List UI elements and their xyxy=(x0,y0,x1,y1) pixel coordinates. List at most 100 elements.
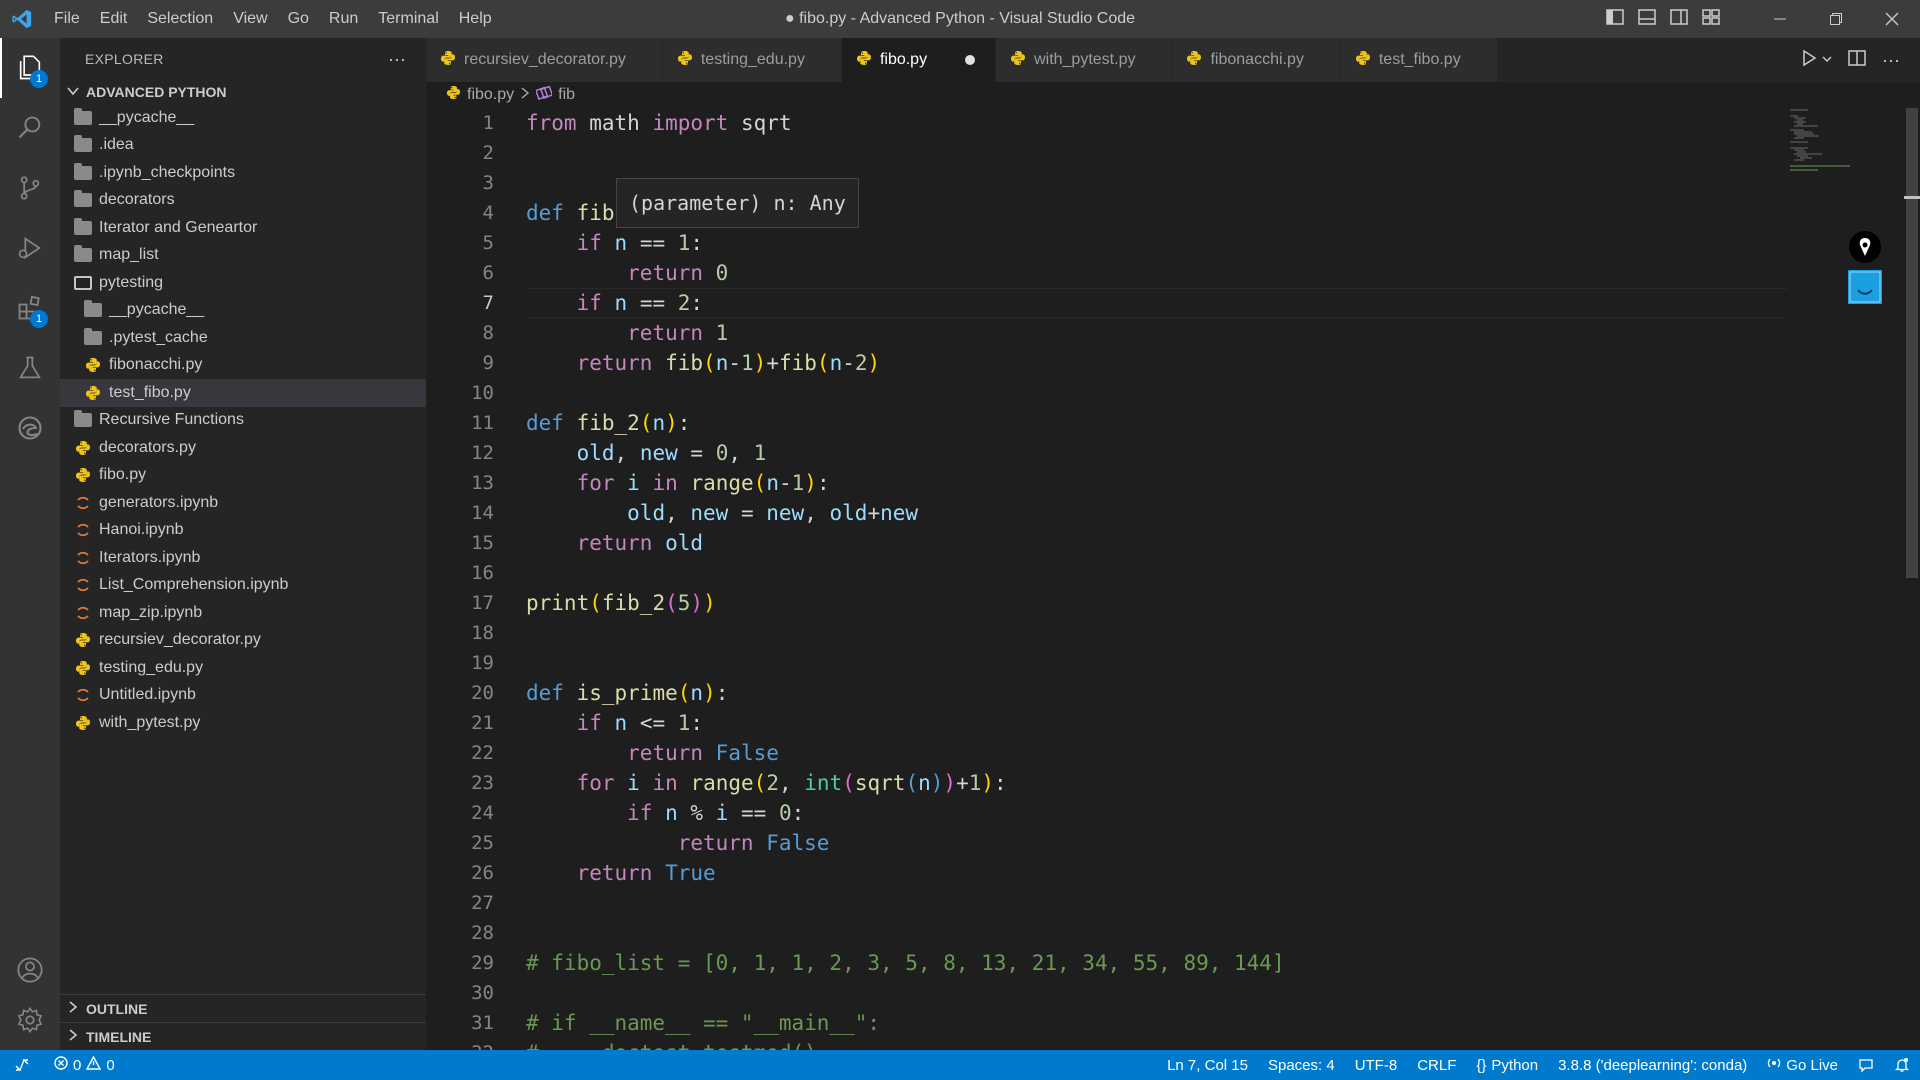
code-lines[interactable]: from math import sqrt def fib if n == 1: … xyxy=(526,108,1826,1050)
code-line[interactable] xyxy=(526,558,1826,588)
tree-folder[interactable]: __pycache__ xyxy=(60,104,426,132)
tree-file[interactable]: Untitled.ipynb xyxy=(60,682,426,710)
more-actions-icon[interactable]: ··· xyxy=(388,49,406,70)
split-editor-icon[interactable] xyxy=(1848,49,1866,72)
source-control-icon[interactable] xyxy=(0,158,60,218)
menu-run[interactable]: Run xyxy=(319,0,368,38)
end-of-line[interactable]: CRLF xyxy=(1407,1057,1466,1074)
editor-tab[interactable]: recursiev_decorator.py xyxy=(426,38,663,82)
toggle-panel-icon[interactable] xyxy=(1638,8,1656,31)
explorer-icon[interactable]: 1 xyxy=(0,38,60,98)
tree-file[interactable]: Hanoi.ipynb xyxy=(60,517,426,545)
tree-file[interactable]: testing_edu.py xyxy=(60,654,426,682)
problems-indicator[interactable]: 0 0 xyxy=(44,1055,125,1074)
code-line[interactable] xyxy=(526,978,1826,1008)
tree-file[interactable]: List_Comprehension.ipynb xyxy=(60,572,426,600)
tree-folder[interactable]: pytesting xyxy=(60,269,426,297)
pen-widget-icon[interactable] xyxy=(1848,230,1882,264)
tree-file[interactable]: Iterators.ipynb xyxy=(60,544,426,572)
code-line[interactable] xyxy=(526,378,1826,408)
code-line[interactable]: return fib(n-1)+fib(n-2) xyxy=(526,348,1826,378)
menu-terminal[interactable]: Terminal xyxy=(368,0,448,38)
code-line[interactable]: return 0 xyxy=(526,258,1826,288)
tree-folder[interactable]: __pycache__ xyxy=(60,297,426,325)
tree-file[interactable]: map_zip.ipynb xyxy=(60,599,426,627)
edge-browser-icon[interactable] xyxy=(0,398,60,458)
restore-icon[interactable] xyxy=(1808,0,1864,38)
indentation[interactable]: Spaces: 4 xyxy=(1258,1057,1345,1074)
tree-file[interactable]: decorators.py xyxy=(60,434,426,462)
run-python-file-icon[interactable] xyxy=(1800,49,1818,72)
run-and-debug-icon[interactable] xyxy=(0,218,60,278)
toggle-primary-sidebar-icon[interactable] xyxy=(1606,8,1624,31)
code-line[interactable]: old, new = 0, 1 xyxy=(526,438,1826,468)
code-line[interactable]: for i in range(n-1): xyxy=(526,468,1826,498)
tree-file[interactable]: fibo.py xyxy=(60,462,426,490)
code-line[interactable]: # doctest.testmod() xyxy=(526,1038,1826,1050)
tree-folder[interactable]: map_list xyxy=(60,242,426,270)
code-line[interactable] xyxy=(526,918,1826,948)
python-interpreter[interactable]: 3.8.8 ('deeplearning': conda) xyxy=(1548,1057,1757,1074)
editor-tab[interactable]: with_pytest.py xyxy=(996,38,1173,82)
notifications-bell-icon[interactable] xyxy=(1884,1057,1920,1073)
encoding[interactable]: UTF-8 xyxy=(1345,1057,1408,1074)
go-live-button[interactable]: Go Live xyxy=(1757,1056,1848,1074)
editor-tab[interactable]: testing_edu.py xyxy=(662,38,842,82)
tree-folder[interactable]: Iterator and Geneartor xyxy=(60,214,426,242)
breadcrumb-file[interactable]: fibo.py xyxy=(467,86,514,104)
editor-tab[interactable]: test_fibo.py xyxy=(1340,38,1498,82)
menu-selection[interactable]: Selection xyxy=(137,0,223,38)
minimize-icon[interactable] xyxy=(1752,0,1808,38)
tree-file[interactable]: generators.ipynb xyxy=(60,489,426,517)
code-line[interactable]: if n == 2: xyxy=(526,288,1826,318)
extensions-icon[interactable]: 1 xyxy=(0,278,60,338)
menu-go[interactable]: Go xyxy=(278,0,319,38)
tree-folder[interactable]: .pytest_cache xyxy=(60,324,426,352)
code-line[interactable] xyxy=(526,648,1826,678)
scrollbar-thumb[interactable] xyxy=(1906,108,1918,578)
language-mode[interactable]: {} Python xyxy=(1466,1057,1548,1074)
smile-widget-icon[interactable] xyxy=(1848,270,1882,304)
breadcrumb-symbol[interactable]: fib xyxy=(558,86,575,104)
code-line[interactable]: return old xyxy=(526,528,1826,558)
search-icon[interactable] xyxy=(0,98,60,158)
menu-help[interactable]: Help xyxy=(449,0,502,38)
tree-folder[interactable]: decorators xyxy=(60,187,426,215)
timeline-section[interactable]: TIMELINE xyxy=(60,1022,426,1050)
code-line[interactable]: def is_prime(n): xyxy=(526,678,1826,708)
unsaved-dot-icon[interactable] xyxy=(965,55,976,65)
menu-edit[interactable]: Edit xyxy=(90,0,138,38)
code-line[interactable]: if n % i == 0: xyxy=(526,798,1826,828)
code-line[interactable]: def fib_2(n): xyxy=(526,408,1826,438)
testing-flask-icon[interactable] xyxy=(0,338,60,398)
code-line[interactable]: return True xyxy=(526,858,1826,888)
more-editor-actions-icon[interactable]: ··· xyxy=(1882,50,1900,71)
menu-view[interactable]: View xyxy=(223,0,277,38)
code-line[interactable]: return False xyxy=(526,828,1826,858)
editor-scrollbar[interactable] xyxy=(1904,108,1920,1050)
tree-file[interactable]: test_fibo.py xyxy=(60,379,426,407)
customize-layout-icon[interactable] xyxy=(1702,8,1720,31)
code-line[interactable]: # if __name__ == "__main__": xyxy=(526,1008,1826,1038)
code-line[interactable]: old, new = new, old+new xyxy=(526,498,1826,528)
cursor-position[interactable]: Ln 7, Col 15 xyxy=(1157,1057,1258,1074)
outline-section[interactable]: OUTLINE xyxy=(60,994,426,1022)
code-line[interactable]: if n == 1: xyxy=(526,228,1826,258)
tree-folder[interactable]: .ipynb_checkpoints xyxy=(60,159,426,187)
code-line[interactable]: # fibo_list = [0, 1, 1, 2, 3, 5, 8, 13, … xyxy=(526,948,1826,978)
workspace-folder-header[interactable]: ADVANCED PYTHON xyxy=(60,80,426,104)
code-line[interactable]: for i in range(2, int(sqrt(n))+1): xyxy=(526,768,1826,798)
code-line[interactable]: return 1 xyxy=(526,318,1826,348)
tree-file[interactable]: fibonacchi.py xyxy=(60,352,426,380)
editor-tab[interactable]: fibonacchi.py xyxy=(1172,38,1341,82)
remote-indicator-icon[interactable] xyxy=(0,1050,44,1080)
code-line[interactable]: print(fib_2(5)) xyxy=(526,588,1826,618)
code-line[interactable]: from math import sqrt xyxy=(526,108,1826,138)
code-line[interactable]: return False xyxy=(526,738,1826,768)
run-dropdown-chevron-icon[interactable] xyxy=(1822,51,1832,69)
close-icon[interactable] xyxy=(1864,0,1920,38)
code-editor[interactable]: 1 2 3 4 5 6 7 8 9 10 11 12 13 14 15 16 17 18 19 20 21 22 23 24 2… xyxy=(426,108,1920,1050)
settings-gear-icon[interactable] xyxy=(0,990,60,1050)
code-line[interactable] xyxy=(526,618,1826,648)
tree-file[interactable]: recursiev_decorator.py xyxy=(60,627,426,655)
